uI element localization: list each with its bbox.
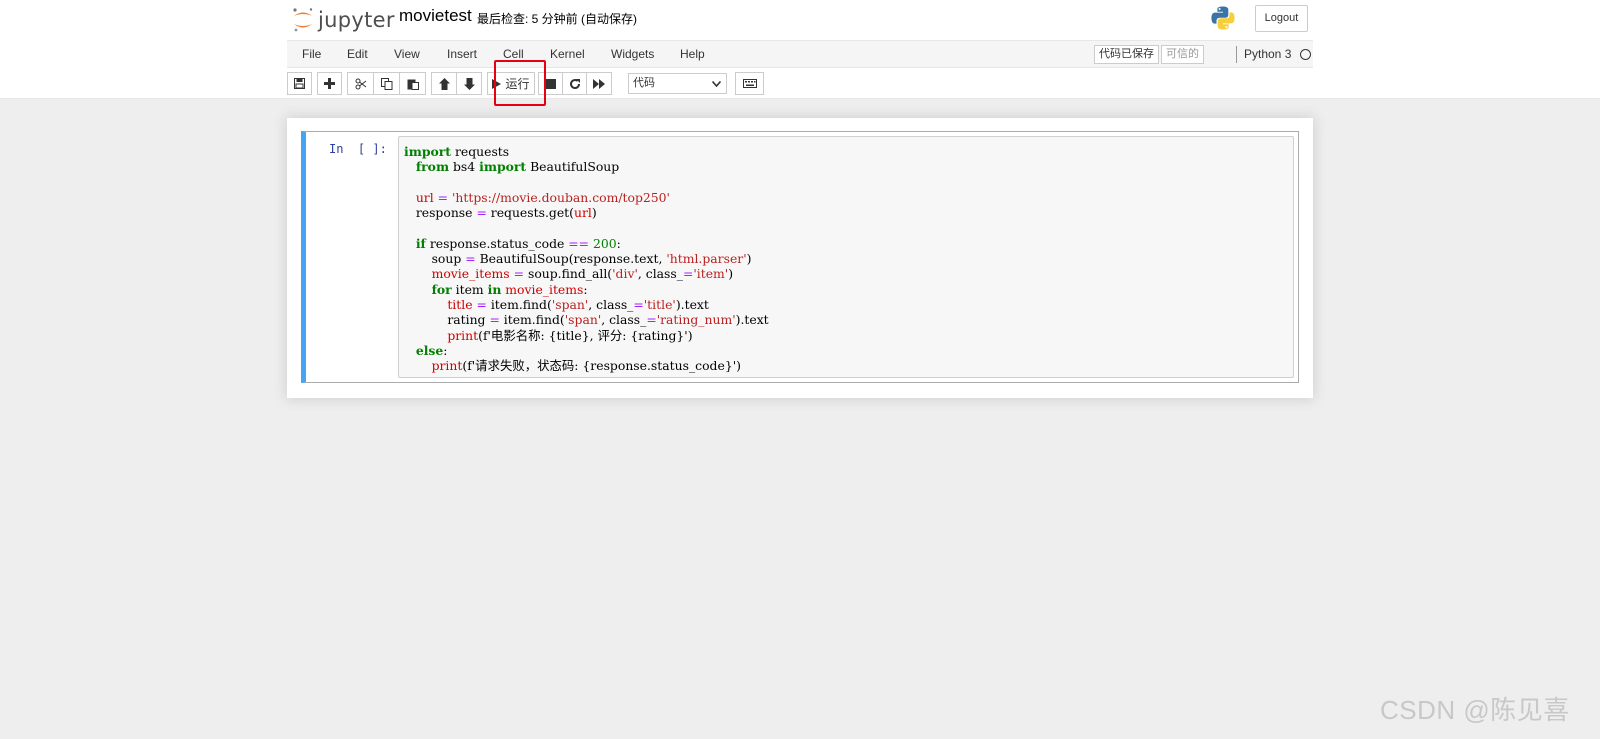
cell-type-select[interactable]: 代码 (628, 73, 727, 94)
code-line: movie_items = soup.find_all('div', class… (431, 266, 734, 282)
command-palette-button[interactable] (735, 72, 764, 95)
play-icon (492, 78, 502, 89)
code-line: print(f'请求失败，状态码: {response.status_code}… (431, 358, 741, 374)
menu-widgets[interactable]: Widgets (611, 47, 654, 61)
code-line: ​ (404, 220, 769, 235)
code-editor[interactable]: import requests from bs4 import Beautifu… (398, 136, 1294, 378)
menu-file[interactable]: File (302, 47, 321, 61)
keyboard-icon (742, 79, 757, 88)
code-line: from bs4 import BeautifulSoup (415, 159, 620, 175)
code-line: else: (415, 342, 448, 358)
cell-type-value: 代码 (633, 77, 655, 89)
code-line: response = requests.get(url) (404, 205, 597, 221)
menu-view[interactable]: View (394, 47, 420, 61)
kernel-separator (1236, 46, 1237, 63)
menu-insert[interactable]: Insert (447, 47, 477, 61)
paste-button[interactable] (399, 72, 426, 95)
restart-run-all-button[interactable] (586, 72, 612, 95)
arrow-up-icon (438, 77, 450, 90)
logout-button[interactable]: Logout (1255, 5, 1308, 32)
chevron-down-icon (712, 81, 721, 87)
interrupt-kernel-button[interactable] (538, 72, 563, 95)
python-logo-icon (1211, 6, 1235, 30)
csdn-watermark: CSDN @陈见喜 (1380, 695, 1570, 725)
code-line: import requests (404, 144, 510, 159)
notebook-header: jupyter movietest 最后检查: 5 分钟前 (自动保存) Log… (0, 0, 1600, 99)
kernel-idle-indicator-icon (1300, 49, 1311, 60)
stop-icon (545, 78, 556, 89)
kernel-name[interactable]: Python 3 (1244, 47, 1291, 61)
code-line: if response.status_code == 200: (415, 235, 621, 251)
code-line: title = item.find('span', class_='title'… (447, 296, 709, 312)
menubar: File Edit View Insert Cell Kernel Widget… (287, 40, 1313, 68)
menu-kernel[interactable]: Kernel (550, 47, 585, 61)
code-line: rating = item.find('span', class_='ratin… (404, 312, 769, 328)
notebook-saved-indicator[interactable]: 代码已保存 (1094, 45, 1159, 64)
copy-icon (380, 77, 392, 90)
menu-help[interactable]: Help (680, 47, 705, 61)
trusted-indicator[interactable]: 可信的 (1161, 45, 1204, 64)
jupyter-logo[interactable]: jupyter (290, 5, 394, 35)
arrow-down-icon (463, 77, 475, 90)
code-line: for item in movie_items: (431, 281, 588, 297)
toolbar: 运行 代码 (287, 71, 1313, 98)
move-up-button[interactable] (431, 72, 457, 95)
code-line: url = 'https://movie.douban.com/top250' (415, 189, 670, 205)
jupyter-logo-text: jupyter (318, 8, 395, 32)
code-line: print(f'电影名称: {title}, 评分: {rating}') (447, 327, 693, 343)
notebook-container: In [ ]: import requests from bs4 import … (287, 118, 1313, 398)
header-row: jupyter movietest 最后检查: 5 分钟前 (自动保存) Log… (290, 0, 1312, 40)
cell-prompt: In [ ]: (329, 142, 387, 156)
code-line: soup = BeautifulSoup(response.text, 'htm… (404, 251, 752, 267)
checkpoint-status: 最后检查: 5 分钟前 (自动保存) (477, 12, 638, 26)
save-button[interactable] (287, 72, 312, 95)
code-line: ​ (404, 175, 769, 190)
run-button-label: 运行 (505, 77, 530, 91)
paste-icon (407, 79, 419, 90)
menu-edit[interactable]: Edit (347, 47, 368, 61)
copy-button[interactable] (373, 72, 400, 95)
move-down-button[interactable] (456, 72, 482, 95)
notebook-name[interactable]: movietest (399, 6, 472, 26)
fast-forward-icon (593, 78, 605, 89)
plus-icon (324, 78, 335, 89)
save-icon (294, 78, 305, 89)
jupyter-logo-icon (293, 8, 313, 32)
restart-kernel-button[interactable] (562, 72, 587, 95)
run-button[interactable]: 运行 (487, 72, 535, 95)
cut-icon (355, 78, 366, 89)
menu-cell[interactable]: Cell (503, 47, 524, 61)
code-cell[interactable]: In [ ]: import requests from bs4 import … (301, 131, 1299, 383)
cut-button[interactable] (347, 72, 374, 95)
insert-cell-button[interactable] (317, 72, 342, 95)
code-lines: import requests from bs4 import Beautifu… (404, 144, 769, 373)
restart-icon (569, 78, 580, 89)
